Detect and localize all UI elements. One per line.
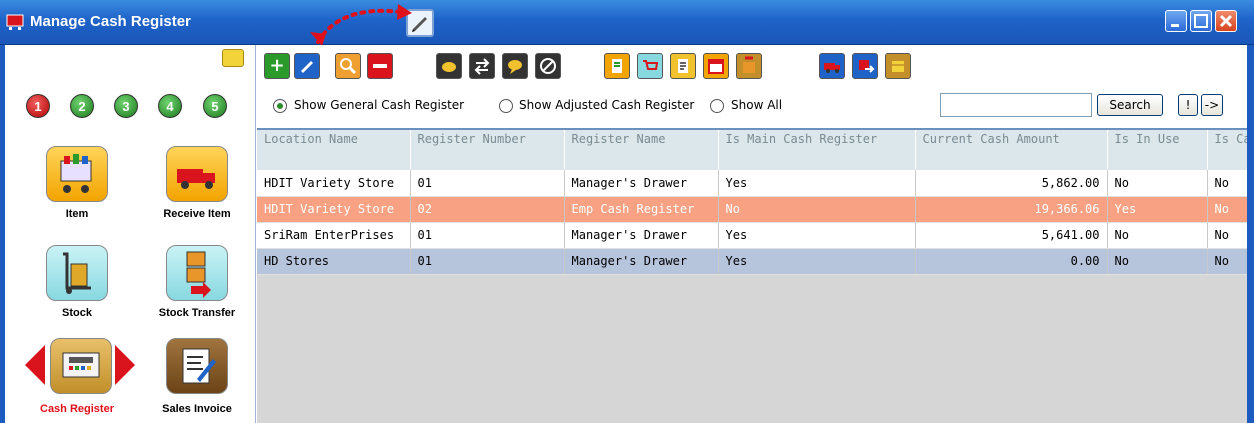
table-row-selected[interactable]: HDIT Variety Store 02 Emp Cash Register … [257,196,1247,223]
cell-is-main: Yes [718,248,916,275]
transfer-icon[interactable] [852,53,878,79]
cell-register-name: Emp Cash Register [564,196,719,223]
cell-is-ca: No [1207,248,1247,275]
filter-bar: Show General Cash Register Show Adjusted… [256,85,1247,127]
cell-location: SriRam EnterPrises [257,222,411,249]
cash-register-icon[interactable] [50,338,112,394]
radio-adjusted[interactable] [499,99,513,113]
edit-icon[interactable] [294,53,320,79]
table-row[interactable]: SriRam EnterPrises 01 Manager's Drawer Y… [257,222,1247,249]
cell-register-name: Manager's Drawer [564,248,719,275]
cart-icon[interactable] [637,53,663,79]
cell-in-use: No [1107,170,1208,197]
cell-register-number: 01 [410,222,565,249]
exclaim-button[interactable]: ! [1178,94,1198,116]
cell-is-ca: No [1207,196,1247,223]
cell-is-main: Yes [718,170,916,197]
col-current-cash-amount[interactable]: Current Cash Amount [915,130,1108,170]
cell-register-number: 01 [410,248,565,275]
truck-icon[interactable] [819,53,845,79]
cell-in-use: Yes [1107,196,1208,223]
search-button[interactable]: Search [1097,94,1163,116]
step-2-button[interactable]: 2 [70,94,94,118]
col-register-name[interactable]: Register Name [564,130,719,170]
step-1-button[interactable]: 1 [26,94,50,118]
cell-location: HDIT Variety Store [257,196,411,223]
transfer-boxes-icon[interactable] [166,245,228,301]
col-is-in-use[interactable]: Is In Use [1107,130,1208,170]
package-icon[interactable] [736,53,762,79]
sidebar: 1 2 3 4 5 Item Receive Item Stock Stock … [5,45,256,423]
collapse-sidebar-icon[interactable] [222,49,244,67]
data-table: Location Name Register Number Register N… [257,130,1247,275]
radio-general[interactable] [273,99,287,113]
radio-show-all[interactable] [710,99,724,113]
cell-location: HD Stores [257,248,411,275]
arrow-right-icon [115,345,135,385]
minimize-button[interactable] [1165,10,1187,32]
nav-item-label[interactable]: Item [22,208,132,220]
cell-amount: 5,862.00 [915,170,1108,197]
col-is-ca[interactable]: Is Ca [1207,130,1247,170]
radio-adjusted-label[interactable]: Show Adjusted Cash Register [519,98,694,112]
next-button[interactable]: -> [1201,94,1223,116]
invoice-pen-icon[interactable] [166,338,228,394]
nav-cash-register-label[interactable]: Cash Register [22,403,132,415]
step-5-button[interactable]: 5 [203,94,227,118]
cell-register-number: 02 [410,196,565,223]
table-row[interactable]: HDIT Variety Store 01 Manager's Drawer Y… [257,170,1247,197]
close-button[interactable] [1215,10,1237,32]
cell-is-main: Yes [718,222,916,249]
cell-register-number: 01 [410,170,565,197]
box-icon[interactable] [885,53,911,79]
cell-amount: 5,641.00 [915,222,1108,249]
radio-show-all-label[interactable]: Show All [731,98,782,112]
search-input[interactable] [940,93,1092,117]
cell-in-use: No [1107,222,1208,249]
cell-register-name: Manager's Drawer [564,170,719,197]
delete-icon[interactable] [367,53,393,79]
swap-icon[interactable] [469,53,495,79]
cell-in-use: No [1107,248,1208,275]
cell-is-ca: No [1207,170,1247,197]
maximize-button[interactable] [1190,10,1212,32]
cart-app-icon [6,14,24,30]
nav-stock-transfer-label[interactable]: Stock Transfer [142,307,252,319]
toolbar: + [256,45,1247,85]
step-4-button[interactable]: 4 [158,94,182,118]
title-bar: Manage Cash Register [0,0,1254,45]
truck-icon[interactable] [166,146,228,202]
cell-amount: 0.00 [915,248,1108,275]
calendar-icon[interactable] [703,53,729,79]
nav-sales-invoice-label[interactable]: Sales Invoice [142,403,252,415]
cash-register-grid: Location Name Register Number Register N… [257,128,1247,423]
table-row[interactable]: HD Stores 01 Manager's Drawer Yes 0.00 N… [257,248,1247,275]
window-frame-right [1247,45,1254,423]
radio-general-label[interactable]: Show General Cash Register [294,98,464,112]
coins-icon[interactable] [436,53,462,79]
hand-truck-icon[interactable] [46,245,108,301]
window-title: Manage Cash Register [30,13,191,30]
cell-register-name: Manager's Drawer [564,222,719,249]
nav-receive-item-label[interactable]: Receive Item [142,208,252,220]
receipt-icon[interactable] [670,53,696,79]
chat-icon[interactable] [502,53,528,79]
col-location-name[interactable]: Location Name [257,130,411,170]
col-register-number[interactable]: Register Number [410,130,565,170]
cell-amount: 19,366.06 [915,196,1108,223]
shopping-cart-icon[interactable] [46,146,108,202]
step-3-button[interactable]: 3 [114,94,138,118]
add-icon[interactable]: + [264,53,290,79]
annotation-arrow-icon [310,4,412,46]
cancel-icon[interactable] [535,53,561,79]
search-icon[interactable] [335,53,361,79]
cell-location: HDIT Variety Store [257,170,411,197]
report-icon[interactable] [604,53,630,79]
cell-is-ca: No [1207,222,1247,249]
arrow-left-icon [25,345,45,385]
table-header-row: Location Name Register Number Register N… [257,130,1247,170]
cell-is-main: No [718,196,916,223]
col-is-main-cash-register[interactable]: Is Main Cash Register [718,130,916,170]
nav-stock-label[interactable]: Stock [22,307,132,319]
